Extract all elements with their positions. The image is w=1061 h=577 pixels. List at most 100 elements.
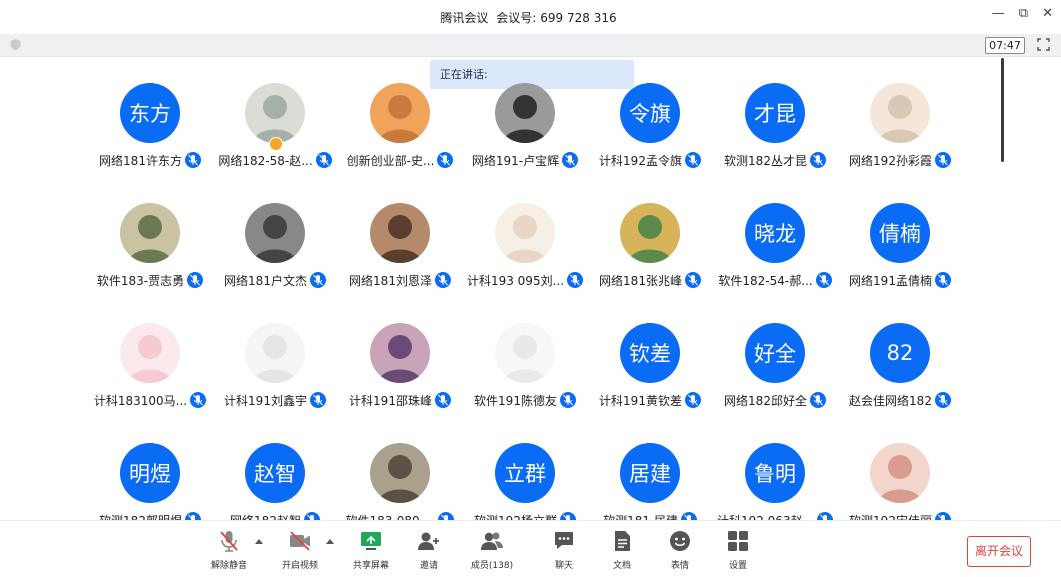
mic-icon bbox=[559, 512, 576, 520]
members-icon bbox=[481, 532, 503, 550]
participant-tile[interactable]: 计科183100马... bbox=[88, 320, 212, 430]
avatar-photo bbox=[120, 323, 180, 383]
chat-label: 聊天 bbox=[554, 561, 573, 571]
participant-tile[interactable]: 计科191邵珠峰 bbox=[338, 320, 462, 430]
avatar: 明煜 bbox=[120, 443, 180, 503]
avatar bbox=[120, 203, 180, 263]
avatar bbox=[370, 83, 430, 143]
mic-icon bbox=[190, 392, 207, 408]
participant-tile[interactable]: 计科193 095刘... bbox=[463, 200, 587, 310]
emoji-icon bbox=[670, 531, 690, 551]
participant-tile[interactable]: 计科191刘鑫宇 bbox=[213, 320, 337, 430]
avatar bbox=[245, 203, 305, 263]
meeting-id-label: 会议号: bbox=[496, 11, 537, 25]
meeting-info-bar: 07:47 bbox=[0, 34, 1061, 57]
invite-button[interactable]: 邀请 bbox=[403, 529, 455, 575]
participant-tile[interactable]: 网络192孙彩霞 bbox=[838, 80, 962, 190]
mic-icon bbox=[315, 152, 332, 168]
participant-name-row: 计科191刘鑫宇 bbox=[213, 390, 337, 410]
participant-tile[interactable]: 网络191-卢宝辉 bbox=[463, 80, 587, 190]
participant-tile[interactable]: 网络181刘恩泽 bbox=[338, 200, 462, 310]
participant-name-row: 网络181刘恩泽 bbox=[338, 270, 462, 290]
settings-button[interactable]: 设置 bbox=[712, 529, 764, 575]
participant-tile[interactable]: 软测192宋佳丽 bbox=[838, 440, 962, 520]
mic-icon bbox=[567, 272, 584, 288]
meeting-id: 699 728 316 bbox=[540, 11, 617, 25]
participant-name-row: 软件183-贾志勇 bbox=[88, 270, 212, 290]
mic-icon bbox=[809, 152, 826, 168]
minimize-icon[interactable]: — bbox=[992, 6, 1005, 21]
participant-name-row: 计科193 095刘... bbox=[463, 270, 587, 290]
leave-meeting-button[interactable]: 离开会议 bbox=[967, 536, 1031, 567]
mic-icon bbox=[303, 512, 320, 520]
participant-tile[interactable]: 晓龙 软件182-54-郝... bbox=[713, 200, 837, 310]
members-button[interactable]: 成员(138) bbox=[466, 529, 518, 575]
restore-icon[interactable]: ⧉ bbox=[1019, 6, 1028, 21]
docs-button[interactable]: 文档 bbox=[596, 529, 648, 575]
participant-name: 软件182-54-郝... bbox=[718, 273, 813, 288]
avatar-photo bbox=[495, 83, 555, 143]
fullscreen-icon[interactable] bbox=[1037, 38, 1050, 51]
avatar-photo bbox=[870, 443, 930, 503]
participant-tile[interactable]: 赵智网络182赵智 bbox=[213, 440, 337, 520]
participant-name: 赵会佳网络182 bbox=[849, 393, 932, 408]
audio-options-icon[interactable] bbox=[255, 539, 263, 544]
settings-label: 设置 bbox=[728, 561, 747, 571]
participant-tile[interactable]: 钦差 计科191黄钦差 bbox=[588, 320, 712, 430]
mic-icon bbox=[434, 272, 451, 288]
chat-button[interactable]: 聊天 bbox=[538, 529, 590, 575]
scrollbar[interactable] bbox=[1001, 58, 1004, 162]
chat-icon bbox=[555, 532, 573, 549]
participant-tile[interactable]: 网络181张兆峰 bbox=[588, 200, 712, 310]
avatar-photo bbox=[245, 83, 305, 143]
close-icon[interactable]: ✕ bbox=[1042, 6, 1053, 21]
unmute-button[interactable]: 解除静音 bbox=[203, 529, 255, 575]
bottom-toolbar: 解除静音 开启视频 共享屏幕 邀请 成员(138) 聊天 文档 表情 设置 离开… bbox=[0, 520, 1061, 577]
participant-tile[interactable]: 才昆 软测182丛才昆 bbox=[713, 80, 837, 190]
avatar-photo bbox=[120, 203, 180, 263]
participant-tile[interactable]: 居建软测181 居建 bbox=[588, 440, 712, 520]
app-name: 腾讯会议 bbox=[440, 11, 489, 25]
participant-name: 软件183-贾志勇 bbox=[96, 273, 185, 288]
participant-name: 计科192 063赵... bbox=[717, 512, 814, 521]
participant-tile[interactable]: 软件191陈德友 bbox=[463, 320, 587, 430]
participant-tile[interactable]: 网络182-58-赵... bbox=[213, 80, 337, 190]
avatar: 鲁明 bbox=[745, 443, 805, 503]
meeting-timer: 07:47 bbox=[985, 37, 1025, 54]
settings-grid-icon bbox=[728, 531, 748, 551]
participant-tile[interactable]: 创新创业部-史... bbox=[338, 80, 462, 190]
participant-tile[interactable]: 东方网络181许东方 bbox=[88, 80, 212, 190]
avatar-initials: 居建 bbox=[629, 462, 671, 486]
avatar: 才昆 bbox=[745, 83, 805, 143]
participant-name-row: 赵会佳网络182 bbox=[838, 390, 962, 410]
participant-tile[interactable]: 好全 网络182邱好全 bbox=[713, 320, 837, 430]
participant-name: 软件191陈德友 bbox=[474, 393, 557, 408]
participant-tile[interactable]: 令旗 计科192孟令旗 bbox=[588, 80, 712, 190]
participant-tile[interactable]: 软件183-080-... bbox=[338, 440, 462, 520]
avatar bbox=[495, 203, 555, 263]
participant-tile[interactable]: 倩楠 网络191孟倩楠 bbox=[838, 200, 962, 310]
share-screen-button[interactable]: 共享屏幕 bbox=[345, 529, 397, 575]
video-options-icon[interactable] bbox=[326, 539, 334, 544]
avatar bbox=[370, 203, 430, 263]
avatar-initials: 倩楠 bbox=[879, 222, 921, 246]
invite-label: 邀请 bbox=[419, 561, 438, 571]
participant-name-row: 软测181 居建 bbox=[588, 510, 712, 520]
participant-tile[interactable]: 软件183-贾志勇 bbox=[88, 200, 212, 310]
participant-name-row: 网络192孙彩霞 bbox=[838, 150, 962, 170]
emoji-button[interactable]: 表情 bbox=[654, 529, 706, 575]
start-video-button[interactable]: 开启视频 bbox=[274, 529, 326, 575]
mic-icon bbox=[187, 272, 204, 288]
participant-name-row: 网络191-卢宝辉 bbox=[463, 150, 587, 170]
shield-icon[interactable] bbox=[9, 38, 22, 51]
avatar: 倩楠 bbox=[870, 203, 930, 263]
participant-name: 软测181 居建 bbox=[603, 512, 678, 521]
participant-tile[interactable]: 立群软测192杨立群 bbox=[463, 440, 587, 520]
participant-name: 计科183100马... bbox=[93, 393, 188, 408]
participant-tile[interactable]: 网络181户文杰 bbox=[213, 200, 337, 310]
participant-name: 网络181许东方 bbox=[99, 153, 182, 168]
avatar: 东方 bbox=[120, 83, 180, 143]
participant-tile[interactable]: 明煜软测182郭明煜 bbox=[88, 440, 212, 520]
participant-tile[interactable]: 鲁明计科192 063赵... bbox=[713, 440, 837, 520]
participant-tile[interactable]: 82 赵会佳网络182 bbox=[838, 320, 962, 430]
